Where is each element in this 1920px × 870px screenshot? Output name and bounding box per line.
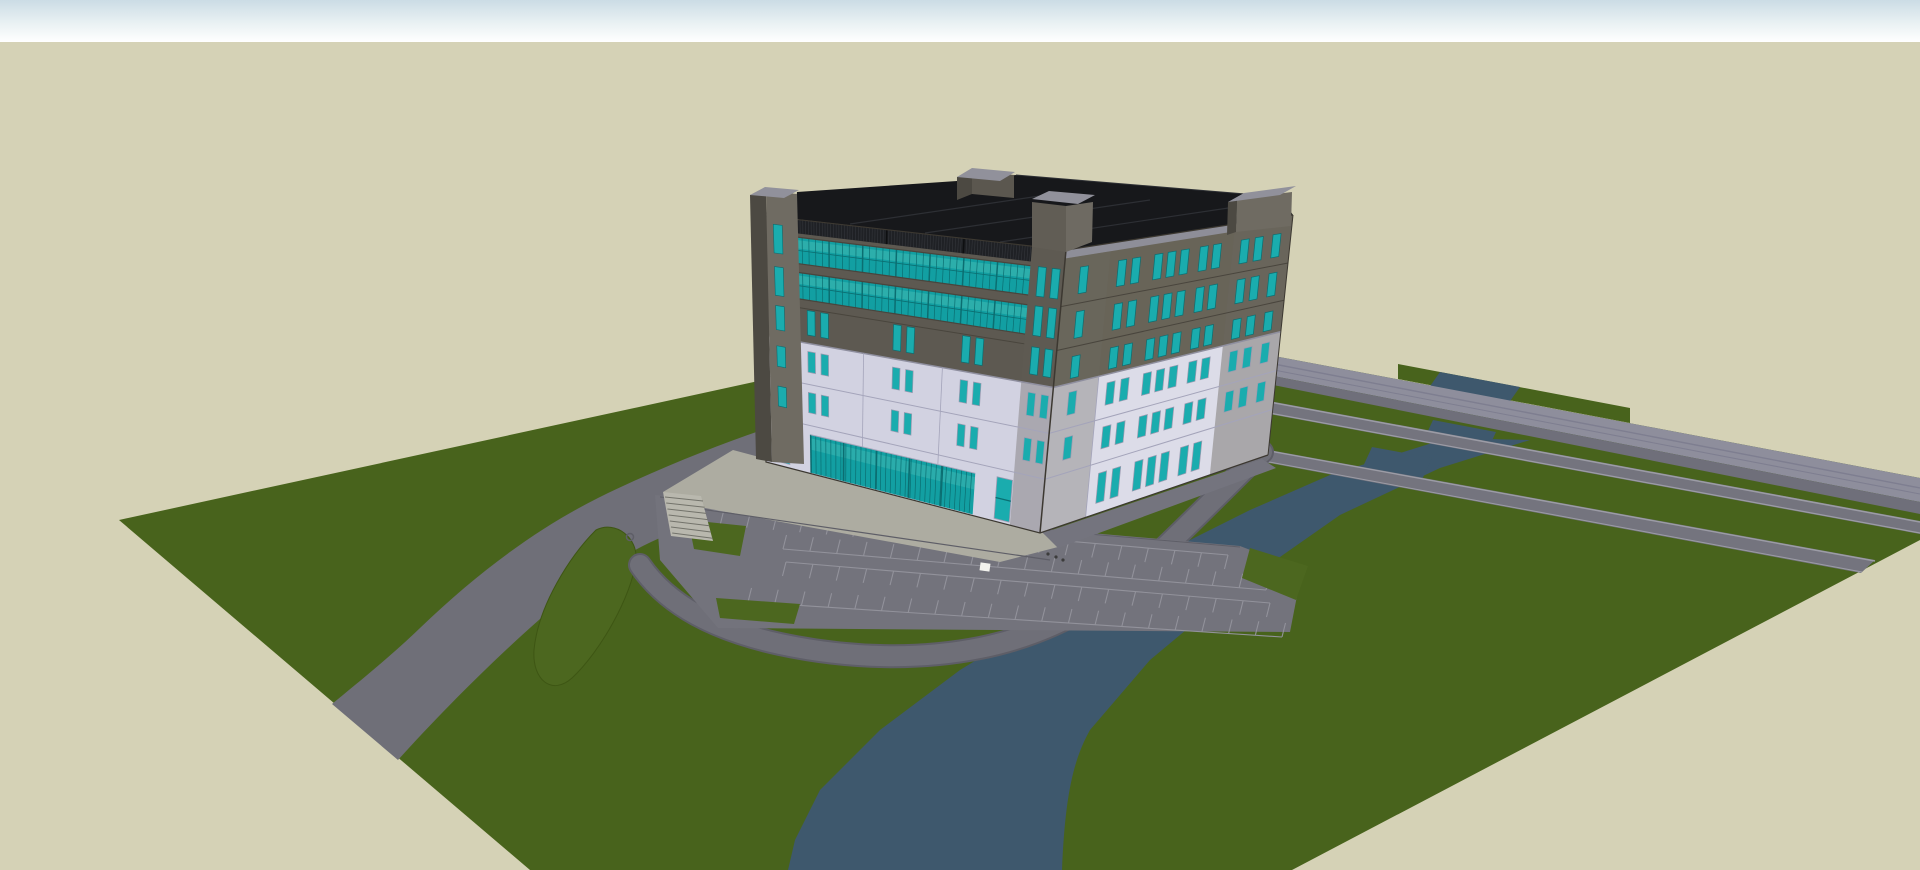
tower-window — [776, 305, 785, 331]
tower-window — [778, 386, 787, 408]
window — [891, 410, 899, 433]
window — [905, 370, 913, 393]
window — [1026, 392, 1035, 416]
window — [821, 354, 829, 376]
window — [821, 313, 829, 339]
tower-window — [775, 267, 784, 297]
window — [1231, 318, 1241, 339]
window — [1263, 311, 1273, 332]
window — [807, 311, 815, 337]
window — [975, 338, 984, 366]
south-tower-left — [1032, 202, 1066, 252]
storefront-mullion-major — [876, 450, 877, 489]
3d-viewport[interactable] — [0, 0, 1920, 870]
window — [961, 336, 970, 364]
window — [957, 424, 966, 447]
window — [969, 426, 978, 449]
bollard-2 — [1054, 555, 1057, 558]
east-tower-side — [1227, 199, 1237, 235]
window — [1022, 437, 1031, 461]
window — [1245, 315, 1255, 336]
window — [959, 380, 968, 404]
window — [821, 395, 828, 417]
window — [1171, 332, 1181, 354]
window — [1035, 440, 1044, 464]
window — [893, 324, 901, 351]
white-site-object — [979, 562, 990, 571]
bollard-3 — [1061, 558, 1064, 561]
modeling-app-window — [0, 0, 1920, 870]
clerestory-step — [963, 238, 964, 253]
window — [904, 412, 912, 435]
window — [906, 327, 914, 354]
window — [972, 382, 981, 406]
tower-window — [777, 346, 786, 368]
sky — [0, 0, 1920, 42]
window — [808, 351, 816, 373]
bollard-1 — [1046, 552, 1049, 555]
window — [892, 367, 900, 390]
window — [1204, 324, 1214, 346]
north-stair-tower — [957, 168, 1015, 200]
window — [808, 392, 816, 414]
window — [1039, 395, 1049, 420]
west-stair-tower — [750, 187, 804, 464]
window — [1190, 327, 1200, 349]
tower-window — [773, 224, 783, 254]
